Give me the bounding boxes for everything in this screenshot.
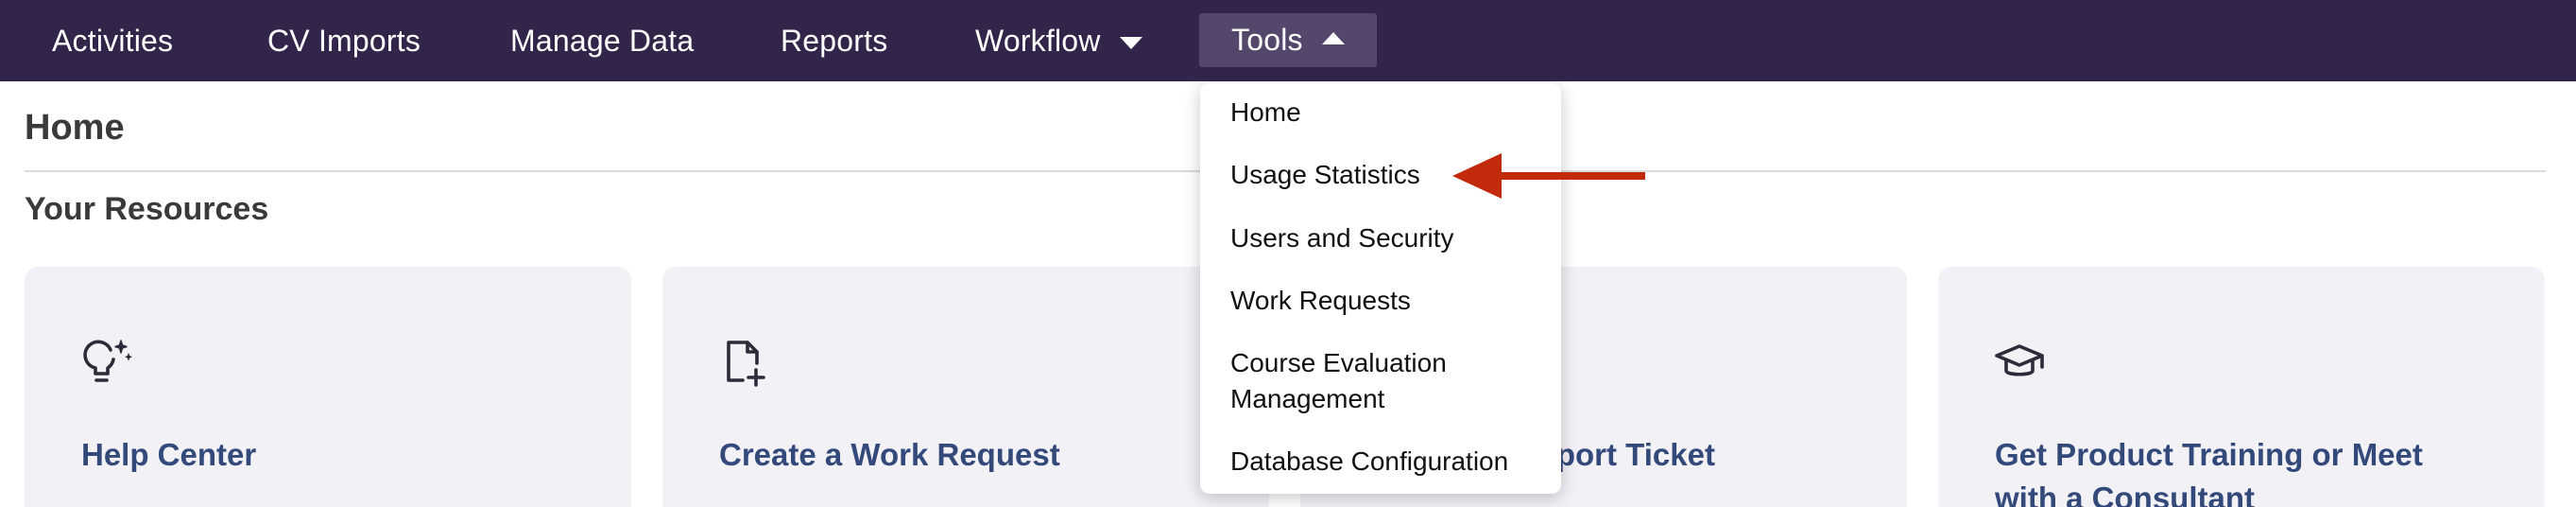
nav-item-cv-imports[interactable]: CV Imports bbox=[267, 0, 421, 81]
menu-item-label: Database Configuration bbox=[1230, 446, 1509, 476]
tools-dropdown-menu: Home Usage Statistics Users and Security… bbox=[1200, 83, 1561, 494]
chevron-up-icon bbox=[1321, 32, 1345, 44]
resource-card-help-center[interactable]: Help Center bbox=[25, 267, 631, 507]
menu-item-label: Usage Statistics bbox=[1230, 160, 1420, 189]
chevron-down-icon bbox=[1119, 36, 1142, 49]
graduation-cap-icon bbox=[1993, 335, 2046, 388]
resource-card-create-work-request[interactable]: Create a Work Request bbox=[662, 267, 1269, 507]
menu-item-label: Course Evaluation Management bbox=[1230, 348, 1447, 413]
nav-item-label: Reports bbox=[781, 23, 888, 58]
nav-item-activities[interactable]: Activities bbox=[52, 0, 173, 81]
nav-item-tools[interactable]: Tools bbox=[1199, 13, 1377, 67]
menu-item-work-requests[interactable]: Work Requests bbox=[1230, 283, 1552, 319]
menu-item-label: Home bbox=[1230, 97, 1301, 127]
menu-item-users-and-security[interactable]: Users and Security bbox=[1230, 220, 1552, 256]
file-plus-icon bbox=[717, 335, 770, 388]
section-title: Your Resources bbox=[25, 191, 269, 227]
nav-item-label: CV Imports bbox=[267, 23, 421, 58]
card-title: Get Product Training or Meet with a Cons… bbox=[1995, 437, 2423, 507]
page-title: Home bbox=[25, 108, 125, 148]
nav-item-reports[interactable]: Reports bbox=[781, 0, 887, 81]
nav-item-label: Workflow bbox=[975, 23, 1101, 58]
menu-item-label: Users and Security bbox=[1230, 223, 1454, 253]
nav-item-workflow[interactable]: Workflow bbox=[975, 0, 1142, 81]
annotation-arrow-icon bbox=[1452, 153, 1645, 199]
menu-item-label: Work Requests bbox=[1230, 286, 1411, 315]
nav-item-label: Manage Data bbox=[510, 23, 695, 58]
nav-item-label: Activities bbox=[52, 23, 174, 58]
menu-item-home[interactable]: Home bbox=[1230, 95, 1552, 131]
menu-item-database-configuration[interactable]: Database Configuration bbox=[1230, 444, 1552, 480]
resource-card-product-training[interactable]: Get Product Training or Meet with a Cons… bbox=[1938, 267, 2545, 507]
nav-item-label: Tools bbox=[1231, 23, 1303, 57]
top-navigation-bar: Activities CV Imports Manage Data Report… bbox=[0, 0, 2576, 81]
card-title: Help Center bbox=[81, 437, 257, 472]
card-title: Create a Work Request bbox=[719, 437, 1060, 472]
nav-item-manage-data[interactable]: Manage Data bbox=[510, 0, 694, 81]
lightbulb-sparkle-icon bbox=[79, 335, 132, 388]
menu-item-course-evaluation-management[interactable]: Course Evaluation Management bbox=[1230, 345, 1514, 417]
